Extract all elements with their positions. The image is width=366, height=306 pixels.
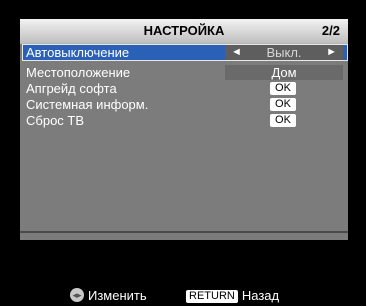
location-selector[interactable]: Дом: [225, 65, 343, 80]
menu-item-system-info[interactable]: Системная информ. OK: [23, 97, 347, 112]
menu-item-tv-reset[interactable]: Сброс ТВ OK: [23, 113, 347, 128]
menu-header: НАСТРОЙКА 2/2: [20, 19, 348, 43]
software-update-ok-button[interactable]: OK: [270, 82, 296, 95]
menu-item-label: Автовыключение: [26, 45, 130, 60]
return-key-icon[interactable]: RETURN: [186, 290, 238, 303]
dpad-left-right-icon: [70, 288, 84, 302]
page-indicator: 2/2: [321, 23, 340, 38]
menu-item-label: Апгрейд софта: [26, 81, 117, 96]
back-label: Назад: [241, 288, 280, 303]
change-hint: Изменить: [70, 288, 147, 304]
menu-item-label: Системная информ.: [26, 97, 149, 112]
system-info-ok-button[interactable]: OK: [270, 98, 296, 111]
menu-item-auto-off[interactable]: Автовыключение ◄ Выкл. ►: [22, 44, 348, 61]
menu-item-software-update[interactable]: Апгрейд софта OK: [23, 81, 347, 96]
header-divider: [20, 43, 348, 44]
menu-item-label: Сброс ТВ: [26, 113, 85, 128]
back-hint: RETURN Назад: [186, 288, 279, 304]
tv-reset-ok-button[interactable]: OK: [270, 114, 296, 127]
panel-bottom-line: [20, 231, 348, 233]
menu-item-location[interactable]: Местоположение Дом: [23, 65, 347, 80]
right-arrow-icon[interactable]: ►: [326, 45, 337, 60]
menu-item-label: Местоположение: [26, 65, 131, 80]
settings-panel: НАСТРОЙКА 2/2 Автовыключение ◄ Выкл. ► М…: [20, 19, 348, 240]
auto-off-selector[interactable]: ◄ Выкл. ►: [225, 45, 343, 60]
menu-title: НАСТРОЙКА: [143, 23, 225, 38]
change-label: Изменить: [88, 288, 147, 303]
location-value: Дом: [271, 65, 297, 80]
